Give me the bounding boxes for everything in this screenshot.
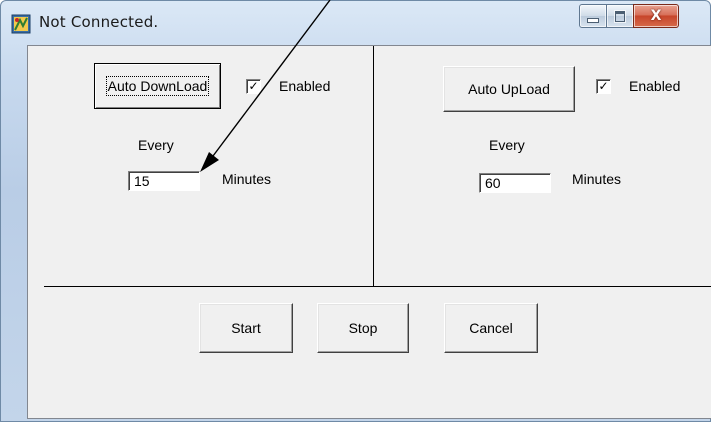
minimize-icon — [587, 17, 599, 23]
cancel-label: Cancel — [469, 320, 513, 336]
start-label: Start — [231, 320, 261, 336]
download-enabled-checkbox[interactable]: ✓ — [246, 79, 261, 94]
close-button[interactable]: X — [633, 4, 679, 28]
upload-enabled-checkbox[interactable]: ✓ — [596, 79, 611, 94]
auto-upload-button[interactable]: Auto UpLoad — [443, 66, 575, 112]
dialog-client-area: Auto DownLoad ✓ Enabled Every Minutes Au… — [27, 45, 711, 419]
upload-enabled-label: Enabled — [629, 78, 681, 94]
window-title: Not Connected. — [39, 13, 159, 31]
stop-label: Stop — [348, 320, 378, 336]
download-minutes-input[interactable] — [128, 171, 200, 191]
upload-minutes-label: Minutes — [572, 171, 622, 187]
start-button[interactable]: Start — [199, 303, 293, 353]
download-minutes-label: Minutes — [222, 171, 272, 187]
download-enabled-label: Enabled — [279, 78, 331, 94]
auto-download-button[interactable]: Auto DownLoad — [94, 63, 221, 109]
maximize-button[interactable] — [606, 4, 634, 28]
upload-every-label: Every — [489, 137, 525, 153]
app-icon — [11, 14, 31, 34]
maximize-icon — [615, 10, 625, 22]
minimize-button[interactable] — [579, 4, 607, 28]
window-frame: Not Connected. X Auto DownLoad ✓ Enabled… — [0, 0, 711, 422]
close-icon: X — [650, 8, 662, 24]
check-mark-icon: ✓ — [598, 79, 609, 93]
upload-minutes-input[interactable] — [479, 173, 551, 193]
auto-upload-label: Auto UpLoad — [468, 81, 550, 97]
vertical-divider — [373, 46, 374, 286]
cancel-button[interactable]: Cancel — [444, 303, 538, 353]
auto-download-label: Auto DownLoad — [105, 76, 210, 96]
download-every-label: Every — [138, 137, 174, 153]
stop-button[interactable]: Stop — [317, 303, 409, 353]
check-mark-icon: ✓ — [248, 79, 259, 93]
horizontal-divider — [44, 286, 711, 287]
title-bar[interactable]: Not Connected. X — [1, 1, 710, 45]
